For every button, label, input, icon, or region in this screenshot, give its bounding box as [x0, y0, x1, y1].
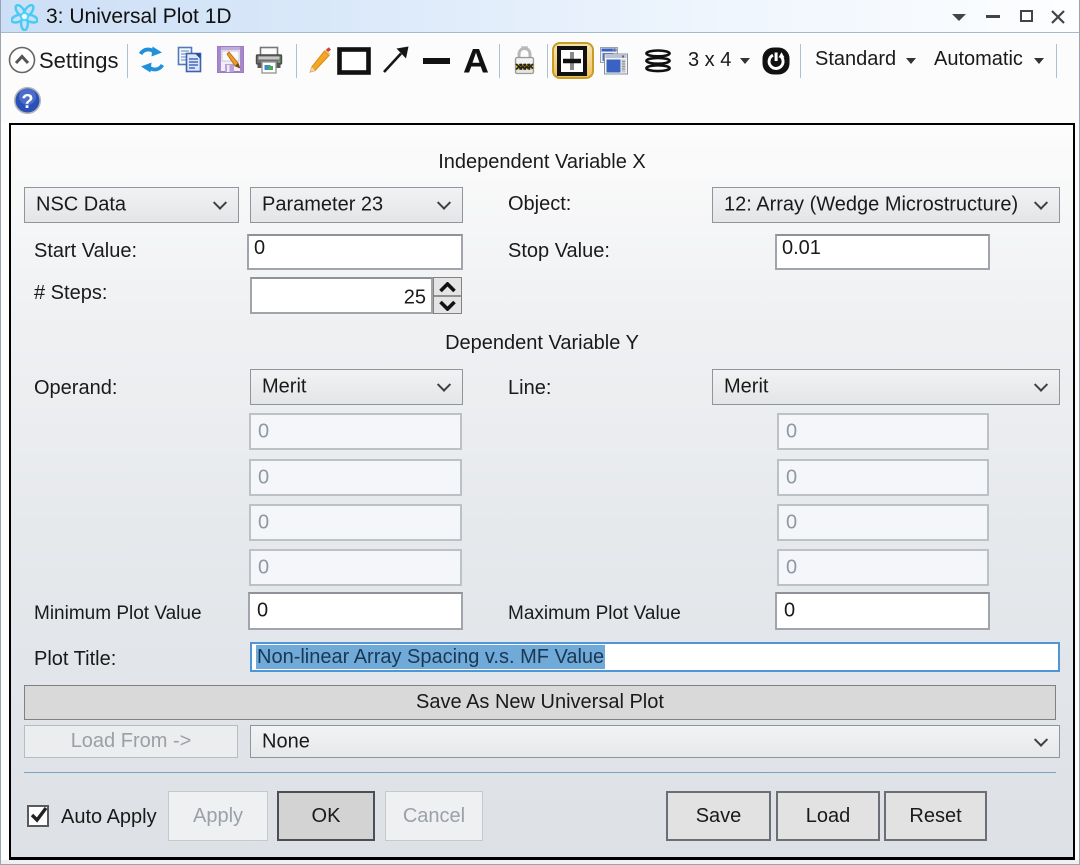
svg-text:A: A — [463, 43, 489, 77]
svg-text:?: ? — [21, 91, 33, 113]
